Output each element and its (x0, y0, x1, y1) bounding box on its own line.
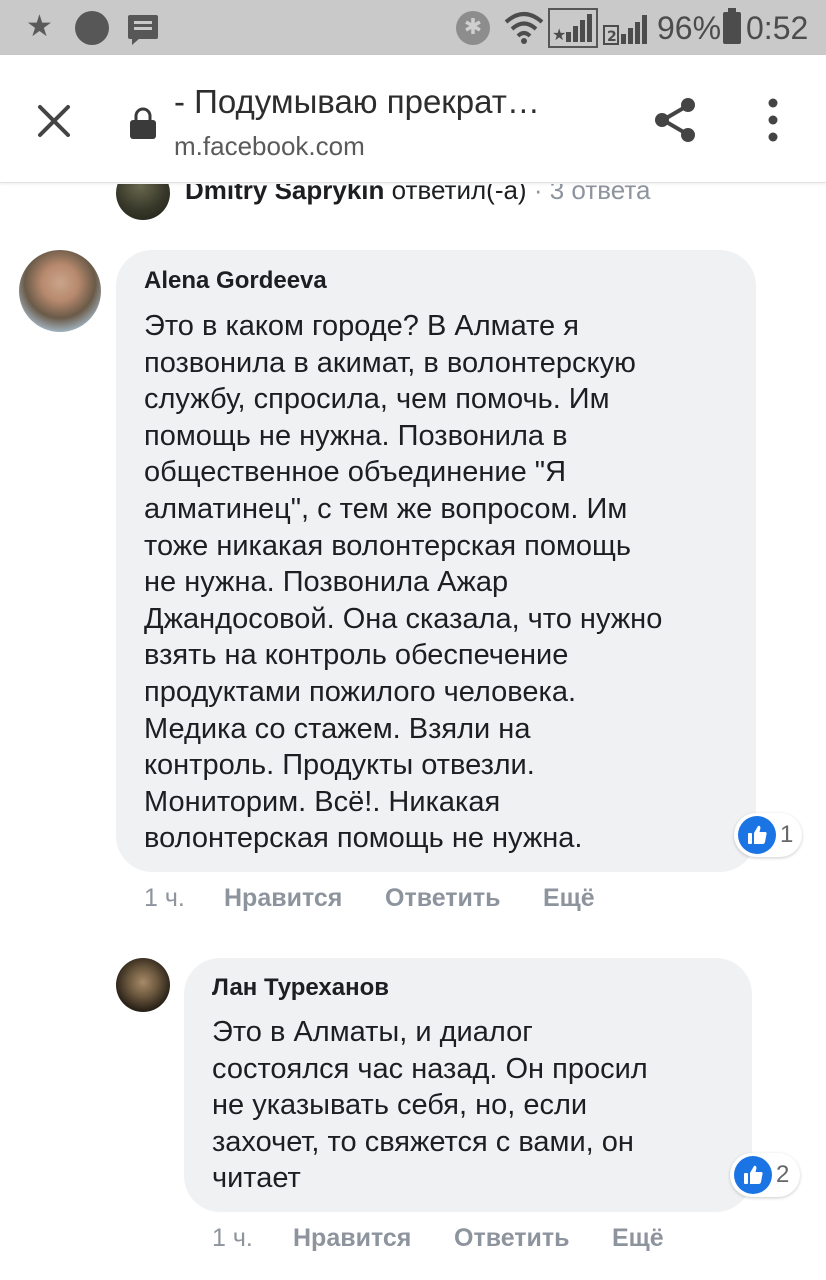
comment-text: Это в каком городе? В Алмате я позвонила… (144, 310, 663, 855)
svg-text:★: ★ (552, 25, 566, 44)
browser-toolbar: - Подумываю прекрат… m.facebook.com (0, 55, 826, 183)
reactions-badge[interactable]: 1 (734, 813, 802, 857)
more-button[interactable]: Ещё (612, 1223, 664, 1253)
battery-icon (723, 8, 741, 44)
circle-icon (75, 11, 109, 45)
battery-percent: 96% (657, 10, 722, 46)
reaction-count: 1 (780, 821, 794, 848)
star-icon: ★ (26, 9, 53, 44)
wifi-icon (504, 12, 544, 44)
signal-icon: ★ (548, 8, 598, 48)
reply-button[interactable]: Ответить (454, 1223, 570, 1253)
comment-author[interactable]: Лан Туреханов (212, 973, 389, 1003)
lock-icon (130, 107, 156, 139)
clock: 0:52 (746, 10, 809, 46)
previous-replies-text: Dmitry Saprykin ответил(-а) · 3 ответа (185, 184, 650, 205)
avatar[interactable] (116, 958, 170, 1012)
reply-author-name: Dmitry Saprykin (185, 184, 385, 205)
svg-text:2: 2 (607, 29, 617, 45)
comment-text: Это в Алматы, и диалог состоялся час наз… (212, 1016, 648, 1195)
avatar (116, 184, 170, 220)
close-icon[interactable] (30, 97, 78, 145)
like-button[interactable]: Нравится (293, 1223, 411, 1253)
status-bar: ★ ✱ ★ 2 96% 0:52 (0, 0, 826, 55)
page-title[interactable]: - Подумываю прекрат… (174, 81, 614, 123)
comment-actions: 1 ч. Нравится Ответить Ещё (0, 1223, 826, 1253)
comment-actions: 1 ч. Нравится Ответить Ещё (0, 883, 826, 913)
reply-count: 3 ответа (549, 184, 651, 205)
signal-2-icon: 2 (603, 15, 647, 45)
more-vert-icon[interactable] (753, 95, 793, 145)
reply-action: ответил(-а) (391, 184, 527, 205)
previous-replies-link[interactable]: Dmitry Saprykin ответил(-а) · 3 ответа (0, 184, 826, 224)
like-button[interactable]: Нравится (224, 883, 342, 913)
message-icon (128, 15, 158, 45)
page-url[interactable]: m.facebook.com (174, 129, 365, 163)
comment-time: 1 ч. (212, 1224, 253, 1252)
avatar[interactable] (19, 250, 101, 332)
like-icon (738, 816, 776, 854)
separator: · (533, 184, 543, 205)
like-icon (734, 1156, 772, 1194)
share-icon[interactable] (650, 95, 700, 145)
reply-button[interactable]: Ответить (385, 883, 501, 913)
reactions-badge[interactable]: 2 (730, 1153, 800, 1197)
comment-time: 1 ч. (144, 884, 185, 912)
comment-author[interactable]: Alena Gordeeva (144, 266, 327, 296)
bluetooth-icon: ✱ (456, 11, 490, 45)
reaction-count: 2 (776, 1161, 790, 1188)
more-button[interactable]: Ещё (543, 883, 595, 913)
